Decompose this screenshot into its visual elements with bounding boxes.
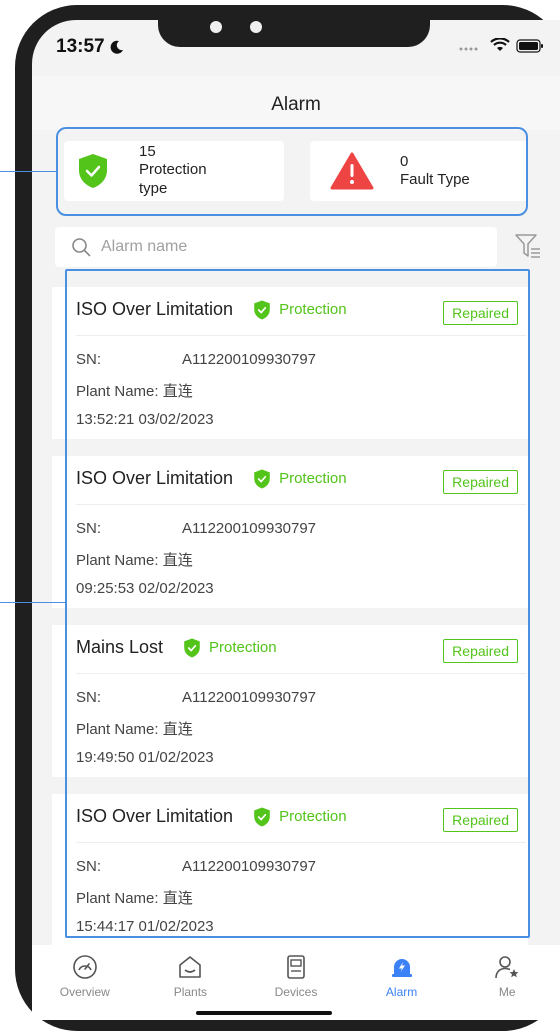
tab-overview[interactable]: Overview [32,945,138,1020]
user-icon [495,956,519,979]
page-header: Alarm [32,76,560,130]
status-time-text: 13:57 [56,36,105,57]
tab-alarm-label: Alarm [385,985,418,999]
status-icons [458,38,544,53]
search-bar[interactable] [55,227,497,267]
alarm-icon [391,959,412,977]
gauge-icon [72,955,97,979]
tab-plants[interactable]: Plants [138,945,244,1020]
tab-devices[interactable]: Devices [243,945,349,1020]
battery-icon [516,38,543,53]
summary-callout-line [0,171,56,172]
alarm-list-highlight-box [65,269,530,938]
filter-icon[interactable] [514,232,542,260]
moon-icon [110,40,123,54]
tab-me[interactable]: Me [454,945,560,1020]
tab-devices-label: Devices [274,985,318,999]
search-input[interactable] [101,238,461,256]
device-icon [287,955,305,979]
tab-alarm[interactable]: Alarm [349,945,455,1020]
camera-dot [210,21,222,33]
page-title: Alarm [271,94,321,115]
bottom-tab-bar: Overview Plants Devices Alarm Me [32,945,560,1020]
status-time: 13:57 [56,36,125,58]
tab-me-label: Me [498,985,516,999]
summary-highlight-box [56,127,528,216]
wifi-icon [490,38,510,51]
tab-plants-label: Plants [173,985,208,999]
search-icon [72,238,91,257]
tab-overview-label: Overview [59,985,110,999]
signal-icon [459,47,478,50]
home-indicator [196,1011,332,1015]
alarm-list-callout-line [0,602,65,603]
device-notch [158,5,430,47]
sensor-dot [250,21,262,33]
house-icon [179,956,202,978]
